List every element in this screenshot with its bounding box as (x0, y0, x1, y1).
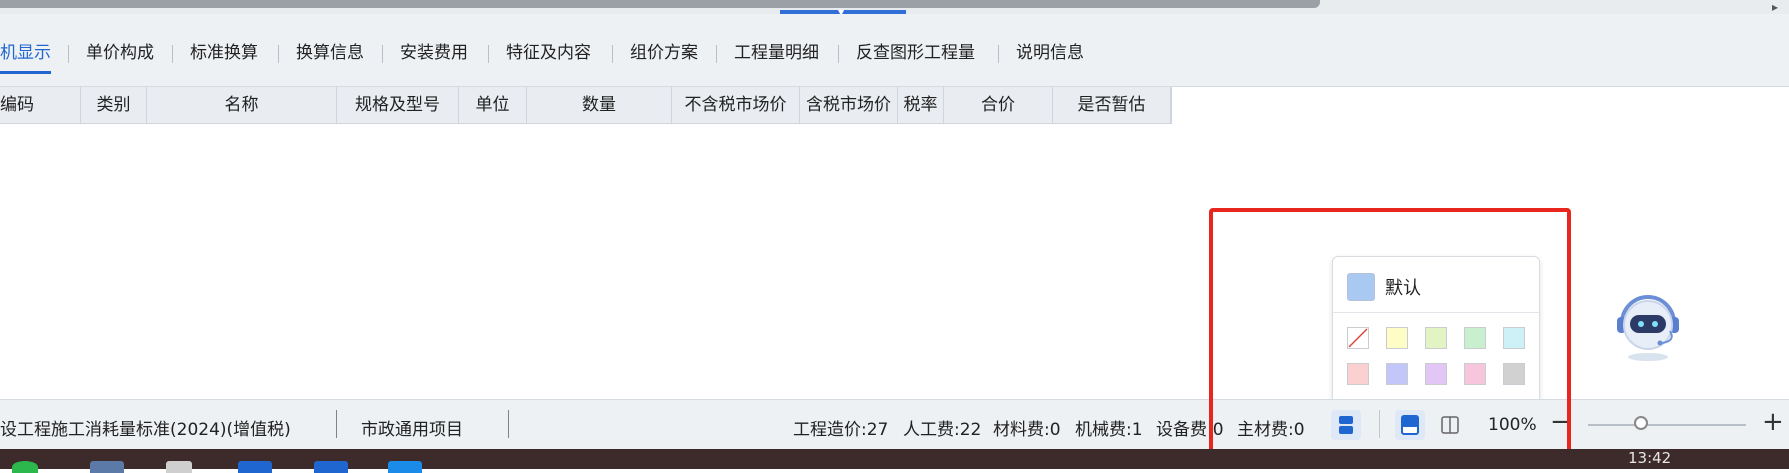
tab-description-info[interactable]: 说明信息 (1016, 40, 1084, 66)
tab-features-content[interactable]: 特征及内容 (506, 40, 591, 66)
column-header-total[interactable]: 合价 (944, 87, 1053, 123)
taskbar-app-icon[interactable] (166, 461, 192, 473)
status-main-material-cost: 主材费:0 (1237, 420, 1305, 440)
status-machine-cost: 机械费:1 (1075, 420, 1143, 440)
tab-divider (278, 45, 279, 63)
tab-divider (838, 45, 839, 63)
layout-horizontal-button[interactable] (1395, 410, 1425, 440)
tab-machine-display[interactable]: 机显示 (0, 40, 51, 74)
column-header-price-incl-tax[interactable]: 含税市场价 (800, 87, 898, 123)
zoom-level: 100% (1488, 415, 1537, 435)
status-equipment-cost: 设备费:0 (1156, 420, 1224, 440)
column-header-unit[interactable]: 单位 (459, 87, 527, 123)
color-swatch[interactable] (1503, 363, 1525, 385)
color-swatch[interactable] (1386, 327, 1408, 349)
taskbar-app-icon[interactable] (238, 461, 272, 473)
tab-conversion-info[interactable]: 换算信息 (296, 40, 364, 66)
zoom-slider-knob[interactable] (1634, 416, 1648, 430)
column-header-spec-model[interactable]: 规格及型号 (337, 87, 459, 123)
tab-divider (998, 45, 999, 63)
tab-installation-cost[interactable]: 安装费用 (400, 40, 468, 66)
column-header-name[interactable]: 名称 (147, 87, 337, 123)
color-swatch[interactable] (1347, 363, 1369, 385)
status-material-cost: 材料费:0 (993, 420, 1061, 440)
os-taskbar: 13:42 (0, 449, 1789, 473)
column-header-code[interactable]: 编码 (0, 87, 81, 123)
color-swatch[interactable] (1425, 327, 1447, 349)
tab-divider (488, 45, 489, 63)
tab-divider (612, 45, 613, 63)
row-color-icon (1339, 416, 1353, 434)
status-standard-name: 设工程施工消耗量标准(2024)(增值税) (0, 420, 291, 440)
row-color-button[interactable] (1331, 410, 1361, 440)
tab-quantity-details[interactable]: 工程量明细 (734, 40, 819, 66)
layout-vertical-icon (1441, 416, 1459, 434)
status-labor-cost: 人工费:22 (903, 420, 982, 440)
zoom-out-button[interactable]: − (1550, 407, 1572, 437)
scrollbar-track[interactable] (0, 0, 1320, 8)
tab-divider (382, 45, 383, 63)
tab-divider (172, 45, 173, 63)
default-color-label: 默认 (1385, 278, 1421, 299)
column-header-price-excl-tax[interactable]: 不含税市场价 (672, 87, 800, 123)
status-divider (1379, 410, 1380, 438)
tab-standard-conversion[interactable]: 标准换算 (190, 40, 258, 66)
tab-divider (716, 45, 717, 63)
taskbar-app-icon[interactable] (12, 461, 38, 473)
color-swatch[interactable] (1464, 363, 1486, 385)
no-color-swatch[interactable] (1347, 327, 1369, 349)
taskbar-app-icon[interactable] (314, 461, 348, 473)
scroll-right-icon[interactable]: ▸ (1772, 0, 1778, 14)
row-color-popup: 默认 (1332, 256, 1540, 407)
status-divider (508, 410, 509, 438)
layout-horizontal-icon (1401, 415, 1419, 435)
status-cost-total: 工程造价:27 (793, 420, 889, 440)
tab-divider (68, 45, 69, 63)
table-header: 编码 类别 名称 规格及型号 单位 数量 不含税市场价 含税市场价 税率 合价 … (0, 87, 1172, 124)
popup-divider (1333, 312, 1539, 313)
tab-unit-price-composition[interactable]: 单价构成 (86, 40, 154, 66)
status-project-type: 市政通用项目 (361, 420, 463, 440)
column-header-tax-rate[interactable]: 税率 (898, 87, 944, 123)
column-header-category[interactable]: 类别 (81, 87, 147, 123)
default-color-option[interactable]: 默认 (1347, 271, 1421, 303)
color-swatch[interactable] (1425, 363, 1447, 385)
tab-pricing-scheme[interactable]: 组价方案 (630, 40, 698, 66)
taskbar-app-icon[interactable] (90, 461, 124, 473)
color-swatch[interactable] (1386, 363, 1408, 385)
color-swatch[interactable] (1503, 327, 1525, 349)
tab-reverse-graphic-quantity[interactable]: 反查图形工程量 (856, 40, 975, 66)
top-scrollbar[interactable]: ▼ ▸ (0, 0, 1789, 18)
status-divider (336, 410, 337, 438)
layout-vertical-button[interactable] (1435, 410, 1465, 440)
zoom-slider-track[interactable] (1588, 424, 1746, 426)
status-bar: 设工程施工消耗量标准(2024)(增值税) 市政通用项目 工程造价:27 人工费… (0, 399, 1789, 450)
taskbar-clock[interactable]: 13:42 (1628, 449, 1671, 467)
default-color-swatch[interactable] (1347, 273, 1375, 301)
taskbar-app-icon[interactable] (388, 461, 422, 473)
column-header-quantity[interactable]: 数量 (527, 87, 672, 123)
color-swatch[interactable] (1464, 327, 1486, 349)
zoom-in-button[interactable]: + (1762, 407, 1784, 437)
detail-tab-bar: 机显示 单价构成 标准换算 换算信息 安装费用 特征及内容 组价方案 工程量明细… (0, 14, 1789, 87)
ai-assistant-robot-icon[interactable] (1608, 283, 1688, 363)
no-color-slash-icon (1348, 328, 1368, 348)
column-header-provisional[interactable]: 是否暂估 (1053, 87, 1171, 123)
